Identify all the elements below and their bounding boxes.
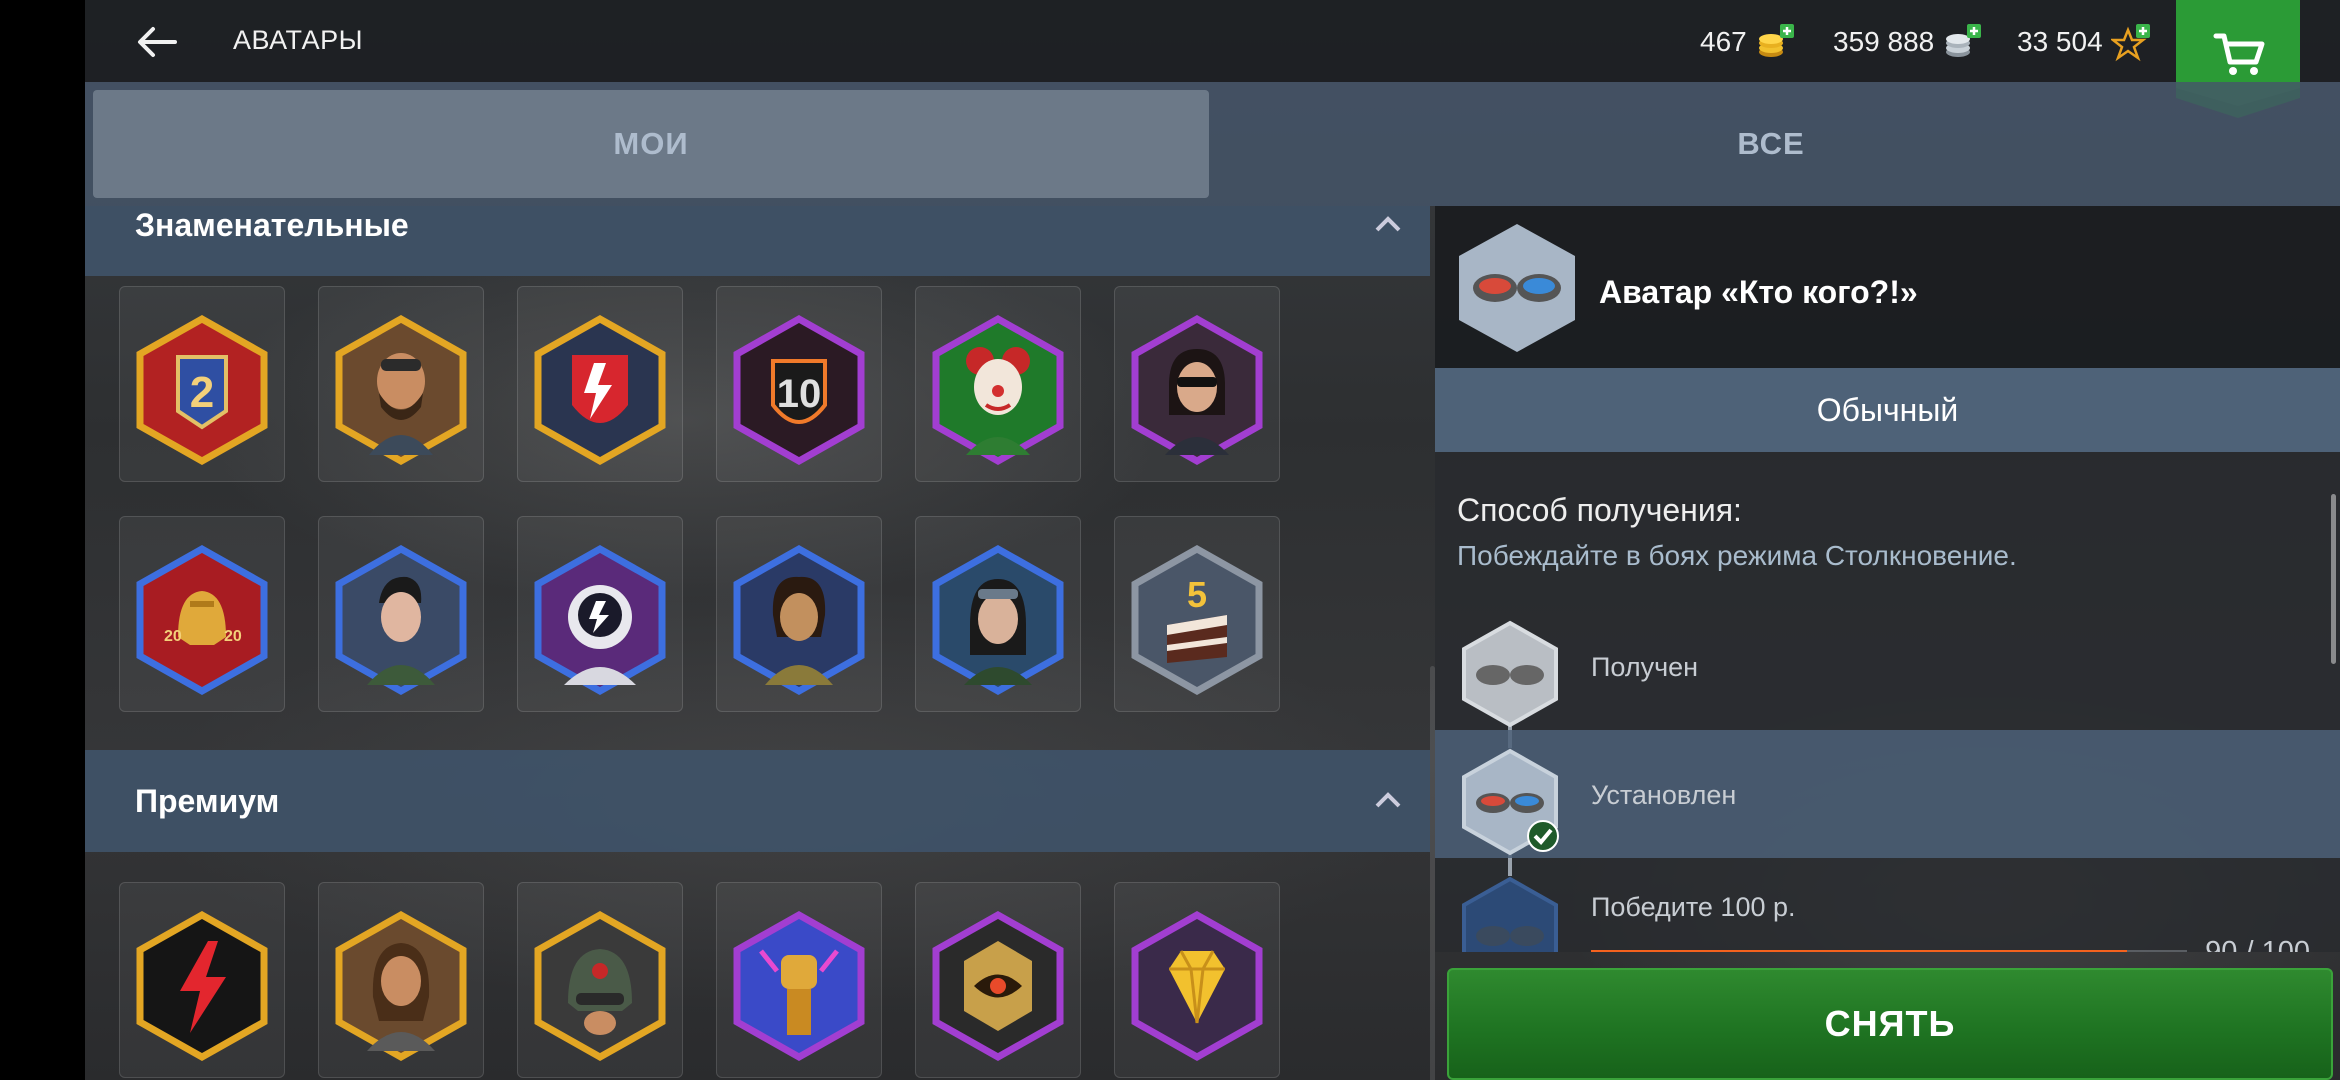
step-installed-label: Установлен xyxy=(1591,780,1737,810)
progress-fill xyxy=(1591,950,2128,952)
clown-portrait-icon xyxy=(932,315,1064,465)
received-avatar-icon xyxy=(1462,620,1558,728)
avatar-detail-panel: Аватар «Кто кого?!» Обычный Способ получ… xyxy=(1435,206,2340,1080)
golden-eye-emblem-icon xyxy=(932,911,1064,1061)
rarity-label: Обычный xyxy=(1435,368,2340,452)
avatar-cell[interactable] xyxy=(119,882,285,1078)
long-haired-man-portrait-icon xyxy=(335,911,467,1061)
acquisition-info[interactable]: Способ получения: Побеждайте в боях режи… xyxy=(1435,452,2340,952)
avatar-cell[interactable]: 20 20 xyxy=(119,516,285,712)
avatar-name: Аватар «Кто кого?!» xyxy=(1599,274,1918,310)
golden-helmet-2020-icon: 20 20 xyxy=(136,545,268,695)
section-header-notable[interactable]: Знаменательные xyxy=(85,206,1430,276)
remove-avatar-button[interactable]: СНЯТЬ xyxy=(1447,968,2333,1080)
progress-text: 90 / 100 xyxy=(2205,936,2310,952)
avatar-cell[interactable] xyxy=(517,286,683,482)
svg-text:20: 20 xyxy=(224,628,242,645)
golden-diamond-icon xyxy=(1131,911,1263,1061)
avatar-cell[interactable] xyxy=(716,516,882,712)
tab-mine[interactable]: МОИ xyxy=(93,90,1209,198)
free-xp-balance[interactable]: 33 504 xyxy=(2017,22,2151,62)
bearded-pilot-portrait-icon xyxy=(335,315,467,465)
star-xp-icon xyxy=(2110,24,2150,62)
red-lightning-icon xyxy=(136,911,268,1061)
blue-avatar-variant-icon xyxy=(1462,876,1558,952)
step-received-label: Получен xyxy=(1591,652,1699,682)
avatar-cell[interactable]: 10 xyxy=(716,286,882,482)
avatar-cell[interactable] xyxy=(1114,882,1280,1078)
avatar-cell[interactable] xyxy=(517,882,683,1078)
svg-text:5: 5 xyxy=(1187,574,1207,615)
svg-text:10: 10 xyxy=(777,372,822,416)
versus-tanks-avatar-icon xyxy=(1459,224,1575,352)
detail-scrollbar[interactable] xyxy=(2331,494,2336,664)
gold-coins-icon xyxy=(1758,24,1794,57)
avatar-cell[interactable] xyxy=(318,286,484,482)
avatar-cell[interactable] xyxy=(318,882,484,1078)
golden-fist-icon xyxy=(733,911,865,1061)
section-header-premium[interactable]: Премиум xyxy=(85,750,1430,852)
avatar-cell[interactable] xyxy=(318,516,484,712)
woman-undercut-portrait-icon xyxy=(335,545,467,695)
step-installed: Установлен xyxy=(1435,730,2340,858)
avatar-cell[interactable]: 5 xyxy=(1114,516,1280,712)
step-received: Получен xyxy=(1435,602,2340,730)
anniversary-10-emblem-icon: 10 xyxy=(733,315,865,465)
dreadlocks-soldier-portrait-icon xyxy=(733,545,865,695)
detail-header: Аватар «Кто кого?!» xyxy=(1435,206,2340,368)
rank-2-badge-icon: 2 xyxy=(136,315,268,465)
avatar-cell[interactable] xyxy=(915,516,1081,712)
birthday-cake-5-icon: 5 xyxy=(1131,545,1263,695)
tab-all[interactable]: ВСЕ xyxy=(1211,90,2331,198)
credits-amount: 359 888 xyxy=(1833,26,1935,57)
step-win-battles: Победите 100 р. 90 / 100 xyxy=(1435,858,2340,952)
free-xp-amount: 33 504 xyxy=(2017,26,2103,57)
battle-progress-bar xyxy=(1591,950,2187,952)
method-description: Побеждайте в боях режима Столкновение. xyxy=(1457,540,2017,571)
avatar-cell[interactable] xyxy=(716,882,882,1078)
tab-bar: МОИ ВСЕ xyxy=(85,82,2340,206)
installed-avatar-icon xyxy=(1462,748,1559,856)
top-bar: АВАТАРЫ 467 359 888 33 504 xyxy=(85,0,2340,118)
section-title-notable: Знаменательные xyxy=(135,206,409,243)
back-arrow-icon[interactable] xyxy=(135,20,179,64)
avatar-cell[interactable] xyxy=(1114,286,1280,482)
astronaut-portrait-icon xyxy=(534,545,666,695)
chevron-up-icon[interactable] xyxy=(1371,784,1405,818)
avatar-list[interactable]: Знаменательные 2 10 20 20 5 Премиум xyxy=(85,206,1435,1080)
page-title: АВАТАРЫ xyxy=(233,25,364,55)
avatar-cell[interactable]: 2 xyxy=(119,286,285,482)
step-win-label: Победите 100 р. xyxy=(1591,892,1796,922)
method-label: Способ получения: xyxy=(1457,492,1742,528)
section-title-premium: Премиум xyxy=(135,782,280,819)
woman-sunglasses-portrait-icon xyxy=(1131,315,1263,465)
svg-text:2: 2 xyxy=(190,368,214,417)
silver-coins-icon xyxy=(1946,24,1982,57)
svg-text:20: 20 xyxy=(164,628,182,645)
gold-balance[interactable]: 467 xyxy=(1700,22,1795,62)
gold-amount: 467 xyxy=(1700,26,1747,57)
avatar-cell[interactable] xyxy=(915,286,1081,482)
avatar-cell[interactable] xyxy=(915,882,1081,1078)
tanker-helmet-icon xyxy=(534,911,666,1061)
credits-balance[interactable]: 359 888 xyxy=(1833,22,1982,62)
woman-goggles-portrait-icon xyxy=(932,545,1064,695)
wot-logo-red-shield-icon xyxy=(534,315,666,465)
avatars-screen: АВАТАРЫ 467 359 888 33 504 МОИ ВСЕ Знаме… xyxy=(85,0,2340,1080)
avatar-cell[interactable] xyxy=(517,516,683,712)
chevron-up-icon[interactable] xyxy=(1371,208,1405,242)
